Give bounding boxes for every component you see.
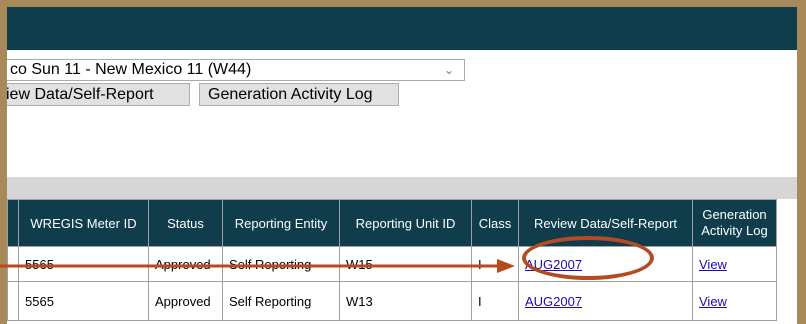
cut-cell (7, 281, 19, 321)
status-cell: Approved (148, 281, 223, 321)
header-status: Status (148, 199, 223, 247)
view-link[interactable]: View (699, 257, 727, 272)
review-cell: AUG2007 (518, 281, 693, 321)
app-window: co Sun 11 - New Mexico 11 (W44) ⌄ iew Da… (7, 7, 797, 324)
table-header-row: WREGIS Meter ID Status Reporting Entity … (7, 199, 777, 247)
header-activity-log-line1: Generation (702, 207, 767, 222)
arrow-right-icon (0, 259, 515, 273)
review-data-button[interactable]: iew Data/Self-Report (7, 83, 190, 106)
reporting-entity-cell: Self Reporting (222, 281, 340, 321)
activity-log-cell: View (692, 246, 777, 282)
header-meter-id: WREGIS Meter ID (18, 199, 149, 247)
header-activity-log: Generation Activity Log (692, 199, 777, 247)
view-link[interactable]: View (699, 294, 727, 309)
header-class: Class (471, 199, 519, 247)
generating-unit-select[interactable]: co Sun 11 - New Mexico 11 (W44) ⌄ (7, 59, 465, 81)
header-reporting-unit-id: Reporting Unit ID (339, 199, 472, 247)
header-cut-column (7, 199, 19, 247)
table-toolbar (7, 177, 797, 199)
header-bar (7, 7, 797, 50)
selected-unit-text: co Sun 11 - New Mexico 11 (W44) (10, 61, 252, 78)
review-link[interactable]: AUG2007 (525, 294, 582, 309)
meter-id-cell: 5565 (18, 281, 149, 321)
class-cell: I (471, 281, 519, 321)
generation-activity-log-button[interactable]: Generation Activity Log (199, 83, 399, 106)
chevron-down-icon: ⌄ (443, 63, 454, 77)
header-reporting-entity: Reporting Entity (222, 199, 340, 247)
header-activity-log-line2: Activity Log (701, 223, 768, 238)
activity-log-cell: View (692, 281, 777, 321)
reporting-unit-id-cell: W13 (339, 281, 472, 321)
highlight-circle (522, 236, 654, 280)
table-row: 5565 Approved Self Reporting W13 I AUG20… (7, 281, 777, 321)
